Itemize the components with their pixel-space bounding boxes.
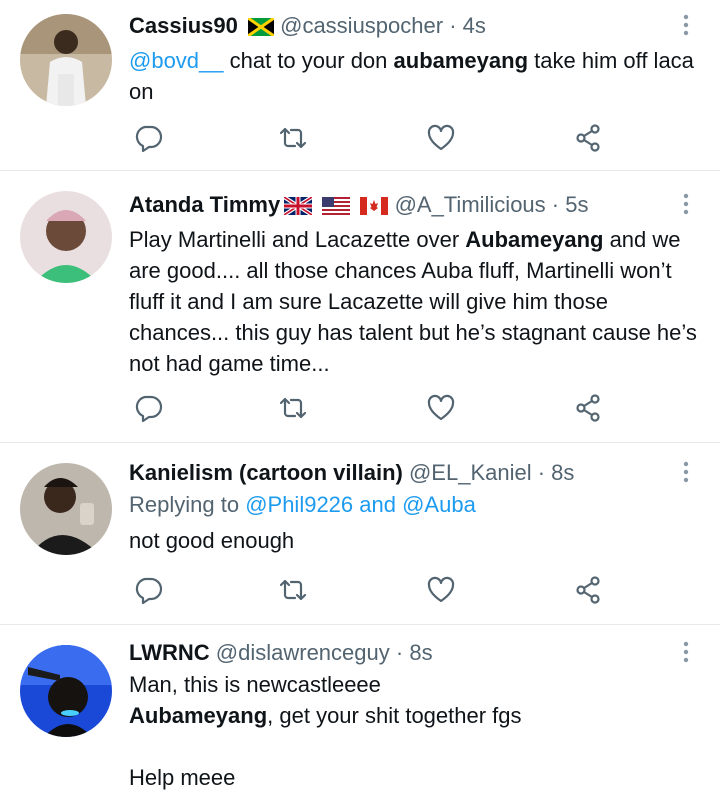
mention-link[interactable]: @Phil9226 (245, 492, 353, 517)
handle[interactable]: @A_Timilicious (395, 192, 546, 217)
usa-flag-icon (322, 194, 351, 222)
tweet-text: @bovd__ chat to your don aubameyang take… (129, 45, 700, 107)
retweet-icon[interactable] (278, 393, 308, 423)
separator: · (389, 640, 410, 665)
tweet-text: Play Martinelli and Lacazette over Aubam… (129, 224, 700, 379)
like-icon[interactable] (426, 123, 456, 153)
display-name[interactable]: Kanielism (cartoon villain) (129, 460, 403, 485)
more-options-icon[interactable] (676, 12, 696, 40)
tweet[interactable]: LWRNC @dislawrenceguy · 8s Man, this is … (0, 625, 720, 803)
tweet[interactable]: Cassius90 @cassiuspocher · 4s @bovd__ ch… (0, 0, 720, 171)
share-icon[interactable] (573, 393, 603, 423)
tweet[interactable]: Kanielism (cartoon villain) @EL_Kaniel ·… (0, 443, 720, 625)
reply-context: Replying to @Phil9226 and @Auba (129, 489, 700, 520)
reply-and: and (353, 492, 403, 517)
like-icon[interactable] (426, 393, 456, 423)
tweet-header: Cassius90 @cassiuspocher · 4s (129, 12, 700, 43)
mention-link[interactable]: @Auba (402, 492, 476, 517)
tweet-header: LWRNC @dislawrenceguy · 8s (129, 639, 700, 667)
retweet-icon[interactable] (278, 575, 308, 605)
text-line: Help meee (129, 765, 236, 790)
tweet-header: Atanda Timmy @A_Timilicious · 5s (129, 191, 700, 222)
bold-keyword: Aubameyang (129, 703, 268, 728)
tweet-actions (133, 393, 603, 423)
tweet-actions (133, 123, 603, 153)
more-options-icon[interactable] (676, 639, 696, 667)
reply-icon[interactable] (133, 123, 163, 153)
display-name[interactable]: Atanda Timmy (129, 192, 280, 217)
display-name[interactable]: Cassius90 (129, 13, 238, 38)
text-line: Man, this is newcastleeee (129, 672, 381, 697)
timestamp[interactable]: 5s (565, 192, 588, 217)
canada-flag-icon (360, 194, 389, 222)
separator: · (443, 13, 463, 38)
separator: · (531, 460, 552, 485)
share-icon[interactable] (573, 575, 603, 605)
avatar[interactable] (20, 463, 112, 555)
tweet-text: Man, this is newcastleeee Aubameyang, ge… (129, 669, 700, 793)
avatar[interactable] (20, 191, 112, 283)
jamaica-flag-icon (247, 15, 275, 43)
retweet-icon[interactable] (278, 123, 308, 153)
tweet[interactable]: Atanda Timmy @A_Timilicious · 5s Play Ma… (0, 171, 720, 443)
like-icon[interactable] (426, 575, 456, 605)
tweet-header: Kanielism (cartoon villain) @EL_Kaniel ·… (129, 459, 700, 487)
uk-flag-icon (283, 194, 314, 222)
text-segment: chat to your don (223, 48, 394, 73)
timestamp[interactable]: 8s (409, 640, 432, 665)
avatar[interactable] (20, 645, 112, 737)
handle[interactable]: @EL_Kaniel (409, 460, 532, 485)
avatar[interactable] (20, 14, 112, 106)
tweet-text: not good enough (129, 528, 295, 553)
more-options-icon[interactable] (676, 459, 696, 487)
display-name[interactable]: LWRNC (129, 640, 210, 665)
handle[interactable]: @cassiuspocher (280, 13, 443, 38)
bold-keyword: Aubameyang (465, 227, 604, 252)
handle[interactable]: @dislawrenceguy (216, 640, 390, 665)
mention-link[interactable]: @bovd__ (129, 48, 224, 73)
bold-keyword: aubameyang (393, 48, 529, 73)
timestamp[interactable]: 4s (463, 13, 486, 38)
share-icon[interactable] (573, 123, 603, 153)
tweet-feed: Cassius90 @cassiuspocher · 4s @bovd__ ch… (0, 0, 720, 803)
reply-prefix: Replying to (129, 492, 246, 517)
reply-icon[interactable] (133, 393, 163, 423)
more-options-icon[interactable] (676, 191, 696, 219)
text-line: Aubameyang, get your shit together fgs (129, 700, 700, 731)
timestamp[interactable]: 8s (551, 460, 574, 485)
text-segment: , get your shit together fgs (267, 703, 522, 728)
text-segment: Play Martinelli and Lacazette over (129, 227, 466, 252)
tweet-actions (133, 575, 603, 605)
reply-icon[interactable] (133, 575, 163, 605)
separator: · (545, 192, 566, 217)
